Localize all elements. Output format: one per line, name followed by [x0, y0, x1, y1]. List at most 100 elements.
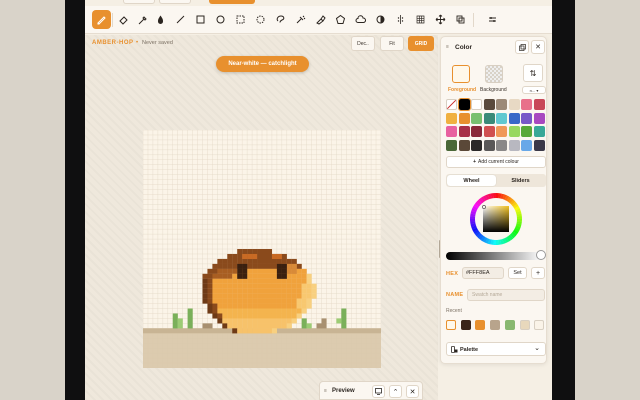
panel-close-button[interactable]: ✕: [531, 40, 545, 54]
tool-move[interactable]: [431, 10, 450, 29]
tool-layers[interactable]: [451, 10, 470, 29]
preview-screen-button[interactable]: [372, 385, 385, 398]
tab-sliders[interactable]: Sliders: [496, 175, 545, 186]
add-hex-button[interactable]: +: [531, 267, 545, 279]
tool-polygon[interactable]: [331, 10, 350, 29]
drag-handle-icon[interactable]: ≡: [446, 44, 449, 50]
grid-toggle-button[interactable]: GRID: [408, 36, 434, 51]
recent-swatch[interactable]: [504, 320, 515, 330]
cloud-shape-icon: [355, 15, 366, 23]
palette-swatch[interactable]: [508, 126, 520, 137]
recent-swatch[interactable]: [446, 320, 456, 330]
swap-colors-button[interactable]: ⇅: [523, 64, 543, 82]
contrast-icon: [376, 15, 385, 24]
tool-contrast[interactable]: [371, 10, 390, 29]
foreground-label: Foreground: [448, 87, 477, 93]
tool-eyedropper[interactable]: [133, 10, 152, 29]
menu-tab-active[interactable]: [209, 0, 255, 4]
decrease-zoom-button[interactable]: Dec..: [351, 36, 375, 51]
lasso-icon: [276, 15, 285, 23]
tool-line[interactable]: [171, 10, 190, 29]
palette-swatch[interactable]: [483, 126, 495, 137]
palette-swatch[interactable]: [521, 99, 532, 110]
palette-swatch[interactable]: [483, 112, 495, 124]
tool-smudge[interactable]: [311, 10, 330, 29]
recent-swatch[interactable]: [460, 320, 471, 330]
palette-swatch[interactable]: [471, 112, 482, 124]
palette-swatch[interactable]: [471, 99, 482, 110]
tool-select-rect[interactable]: [231, 10, 250, 29]
close-icon: ✕: [409, 388, 416, 396]
palette-swatch[interactable]: [508, 112, 520, 124]
palette-swatch[interactable]: [457, 98, 471, 111]
palette-swatch[interactable]: [533, 112, 545, 124]
value-slider-knob[interactable]: [536, 250, 546, 260]
palette-swatch[interactable]: [496, 126, 507, 137]
menu-tab-stub[interactable]: [159, 0, 191, 4]
tool-pencil[interactable]: [92, 10, 111, 29]
drag-handle-icon[interactable]: ≡: [324, 388, 327, 394]
fit-button[interactable]: Fit: [380, 36, 404, 51]
name-label: NAME: [446, 292, 464, 298]
recent-swatch[interactable]: [475, 320, 486, 330]
palette-swatch[interactable]: [521, 112, 532, 124]
circle-icon: [216, 15, 225, 24]
menu-tab-stub[interactable]: [123, 0, 155, 4]
hex-input[interactable]: #FFF8EA: [462, 267, 504, 279]
recent-swatch[interactable]: [519, 320, 530, 330]
palette-swatch[interactable]: [446, 112, 457, 124]
preview-expand-button[interactable]: ⌃: [389, 385, 402, 398]
recent-swatch[interactable]: [534, 320, 545, 330]
tool-circle[interactable]: [211, 10, 230, 29]
palette-swatch[interactable]: [533, 139, 545, 151]
palette-swatch[interactable]: [508, 139, 520, 151]
value-slider[interactable]: [446, 252, 542, 260]
pixel-art: [143, 130, 381, 368]
palette-swatch[interactable]: [458, 112, 470, 124]
palette-select[interactable]: Palette ⌄: [446, 342, 546, 356]
panel-detach-button[interactable]: [515, 40, 529, 54]
palette-swatch[interactable]: [471, 139, 482, 151]
tool-adjust[interactable]: [483, 10, 502, 29]
preview-close-button[interactable]: ✕: [406, 385, 419, 398]
palette-swatch[interactable]: [458, 139, 470, 151]
color-wheel[interactable]: [469, 192, 523, 246]
swatch-name-input[interactable]: [467, 289, 545, 301]
palette-swatch[interactable]: [471, 126, 482, 137]
palette-swatch[interactable]: [533, 126, 545, 137]
palette-swatch[interactable]: [483, 139, 495, 151]
tool-rectangle[interactable]: [191, 10, 210, 29]
palette-swatch[interactable]: [533, 99, 545, 110]
tool-dither-brush[interactable]: [291, 10, 310, 29]
color-mode-select[interactable]: n... ▾: [522, 86, 546, 94]
tool-fill-drop[interactable]: [151, 10, 170, 29]
tab-wheel[interactable]: Wheel: [447, 175, 496, 186]
save-status: Never saved: [142, 40, 173, 46]
palette-swatch[interactable]: [458, 126, 470, 137]
preview-label: Preview: [332, 388, 355, 394]
palette-swatch[interactable]: [446, 126, 457, 137]
palette-swatch[interactable]: [446, 139, 457, 151]
foreground-swatch[interactable]: [452, 65, 470, 83]
set-hex-button[interactable]: Set: [508, 267, 527, 279]
tool-select-ellipse[interactable]: [251, 10, 270, 29]
palette-swatch[interactable]: [446, 99, 457, 110]
pixel-canvas[interactable]: [143, 130, 381, 368]
palette-swatch[interactable]: [521, 126, 532, 137]
palette-swatch[interactable]: [521, 139, 532, 151]
tool-symmetry[interactable]: [391, 10, 410, 29]
palette-swatch[interactable]: [508, 99, 520, 110]
background-swatch[interactable]: [485, 65, 503, 83]
tool-cloud-shape[interactable]: [351, 10, 370, 29]
palette-swatch[interactable]: [496, 112, 507, 124]
tool-lasso[interactable]: [271, 10, 290, 29]
copy-icon: [518, 43, 526, 51]
palette-swatch[interactable]: [496, 139, 507, 151]
palette-swatch[interactable]: [483, 99, 495, 110]
recent-swatch[interactable]: [490, 320, 501, 330]
tool-eraser[interactable]: [114, 10, 133, 29]
swap-icon: ⇅: [529, 68, 537, 78]
palette-swatch[interactable]: [496, 99, 507, 110]
tool-grid-pattern[interactable]: [411, 10, 430, 29]
add-current-colour-button[interactable]: + Add current colour: [446, 156, 546, 168]
